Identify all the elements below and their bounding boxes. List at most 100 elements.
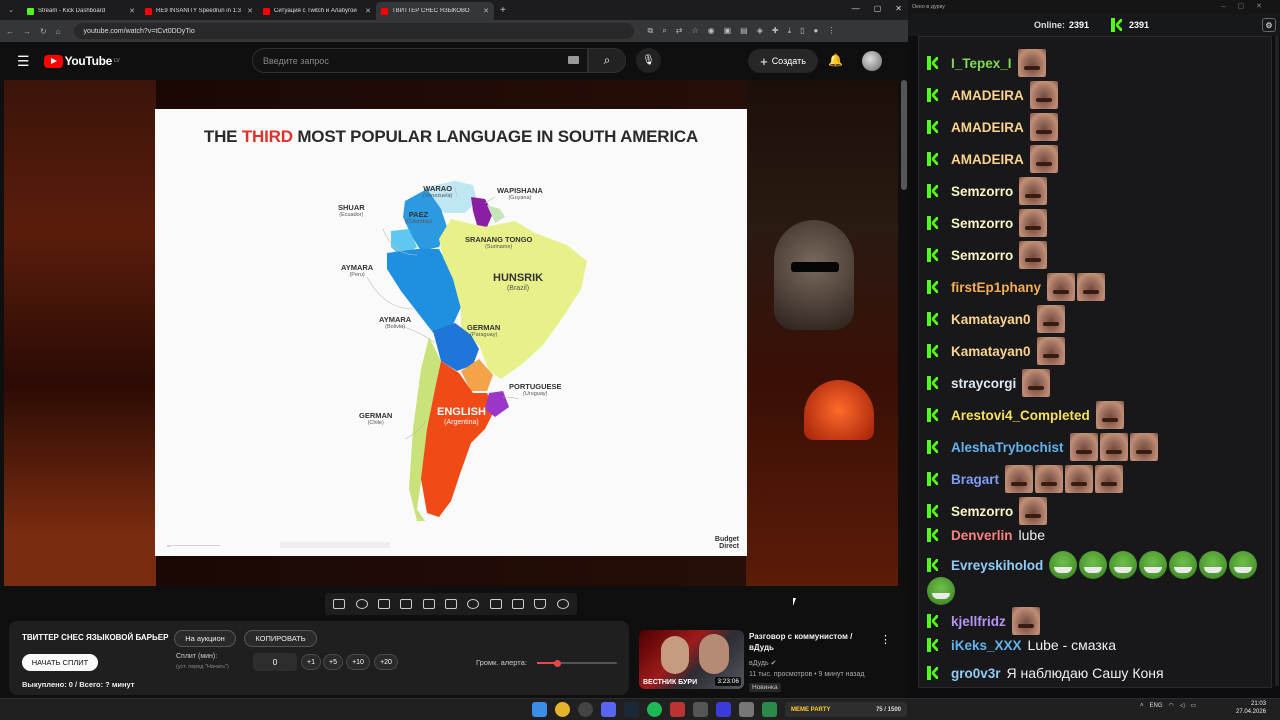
flask-icon[interactable] <box>534 599 547 609</box>
voice-search-button[interactable]: 🎙 <box>636 48 661 73</box>
install-icon[interactable]: ⧉ <box>648 26 654 36</box>
chat-username[interactable]: Kamatayan0 <box>951 312 1031 327</box>
profile-icon[interactable]: ● <box>814 26 819 36</box>
copy-button[interactable]: КОПИРОВАТЬ <box>244 630 317 647</box>
tab-search-icon[interactable]: ⌄ <box>0 1 22 19</box>
battery-icon[interactable]: ▭ <box>1190 702 1196 709</box>
chat-username[interactable]: I_Tepex_I <box>951 56 1012 71</box>
add-clip-icon[interactable] <box>489 599 502 609</box>
close-window-icon[interactable]: ✕ <box>895 4 902 13</box>
picture-in-picture-icon[interactable] <box>422 599 435 609</box>
add-20-button[interactable]: +20 <box>374 654 398 670</box>
speed-icon[interactable] <box>467 599 480 609</box>
reload-icon[interactable]: ↻ <box>40 27 47 36</box>
add-1-button[interactable]: +1 <box>301 654 321 670</box>
url-field[interactable]: youtube.com/watch?v=tCvt0DDyTio <box>73 23 634 39</box>
discord-icon[interactable] <box>601 702 616 717</box>
more-options-icon[interactable]: ⋮ <box>880 633 891 646</box>
close-icon[interactable]: ✕ <box>247 7 253 15</box>
chat-username[interactable]: Arestovi4_Completed <box>951 408 1090 423</box>
alert-volume-slider[interactable] <box>537 659 617 667</box>
notifications-bell-icon[interactable]: 🔔 <box>828 53 843 67</box>
sidebar-icon[interactable]: ▯ <box>800 26 804 36</box>
extension-icon[interactable]: ◉ <box>708 26 715 36</box>
menu-dots-icon[interactable]: ⋮ <box>827 26 835 36</box>
back-icon[interactable]: ← <box>6 27 14 36</box>
clapper-icon[interactable] <box>400 599 413 609</box>
hamburger-menu-icon[interactable]: ☰ <box>17 53 30 70</box>
minimize-icon[interactable]: — <box>852 4 860 13</box>
chat-username[interactable]: Evreyskiholod <box>951 558 1043 573</box>
split-minutes-input[interactable]: 0 <box>253 653 297 671</box>
zoom-icon[interactable]: ⌕ <box>662 26 666 36</box>
app-icon[interactable] <box>693 702 708 717</box>
chat-username[interactable]: Denverlin <box>951 528 1013 543</box>
create-button[interactable]: + Создать <box>748 49 818 73</box>
new-tab-button[interactable]: + <box>500 5 506 16</box>
meme-party-widget[interactable]: MEME PARTY 75 / 1500 <box>785 702 907 717</box>
chat-message-list[interactable]: I_Tepex_I AMADEIRA AMADEIRA AMADEIRA Semzorr… <box>918 36 1272 688</box>
chevron-up-icon[interactable]: ˄ <box>1140 703 1144 709</box>
extension-icon[interactable]: ▤ <box>740 26 748 36</box>
chat-username[interactable]: straycorgi <box>951 376 1016 391</box>
screenshot-icon[interactable] <box>512 599 525 609</box>
chat-username[interactable]: AMADEIRA <box>951 120 1024 135</box>
extension-icon[interactable]: ◈ <box>757 26 763 36</box>
chat-username[interactable]: Semzorro <box>951 248 1013 263</box>
close-icon[interactable]: ✕ <box>483 7 489 15</box>
alert-volume-knob[interactable] <box>554 659 561 667</box>
spotify-icon[interactable] <box>647 702 662 717</box>
steam-icon[interactable] <box>624 702 639 717</box>
volume-icon[interactable]: ◁ <box>1180 702 1185 709</box>
app-icon[interactable] <box>670 702 685 717</box>
keyboard-icon[interactable] <box>568 56 579 64</box>
youtube-logo[interactable]: YouTube LV <box>43 54 120 68</box>
tab-re9-speedrun[interactable]: RE9 INSANITY Speedrun in 1:3 ✕ <box>140 2 258 20</box>
network-icon[interactable]: ◠ <box>1169 702 1174 709</box>
add-10-button[interactable]: +10 <box>346 654 370 670</box>
chat-username[interactable]: Semzorro <box>951 216 1013 231</box>
related-video-title[interactable]: Разговор с коммунистом / вДудь <box>749 632 869 654</box>
page-scrollbar[interactable] <box>901 80 907 190</box>
obs-icon[interactable] <box>578 702 593 717</box>
chat-username[interactable]: Semzorro <box>951 504 1013 519</box>
chat-username[interactable]: Semzorro <box>951 184 1013 199</box>
bookmark-star-icon[interactable]: ☆ <box>691 26 698 36</box>
language-indicator[interactable]: ENG <box>1150 703 1163 709</box>
search-button[interactable]: ⌕ <box>588 48 626 73</box>
gear-icon[interactable] <box>556 599 569 609</box>
avatar[interactable] <box>862 51 882 71</box>
video-player[interactable]: THE THIRD MOST POPULAR LANGUAGE IN SOUTH… <box>4 80 898 586</box>
add-5-button[interactable]: +5 <box>323 654 343 670</box>
start-split-button[interactable]: НАЧАТЬ СПЛИТ <box>22 654 98 671</box>
settings-video-icon[interactable] <box>377 599 390 609</box>
broadcast-icon[interactable] <box>355 599 368 609</box>
related-video-channel[interactable]: вДудь ✔ <box>749 659 776 667</box>
loop-icon[interactable] <box>333 599 346 609</box>
window-controls[interactable]: –▢✕ <box>1222 2 1274 10</box>
forward-icon[interactable]: → <box>23 27 31 36</box>
chat-username[interactable]: firstEp1phany <box>951 280 1041 295</box>
app-icon[interactable] <box>762 702 777 717</box>
clock[interactable]: 21:03 27.04.2026 <box>1236 701 1266 717</box>
chat-scrollbar[interactable] <box>1275 36 1279 686</box>
app-icon[interactable] <box>739 702 754 717</box>
tab-kick-dashboard[interactable]: Stream - Kick Dashboard ✕ <box>22 2 140 20</box>
related-video-thumbnail[interactable]: ВЕСТНИК БУРИ 3:23:06 <box>639 630 744 689</box>
on-auction-button[interactable]: На аукцион <box>174 630 236 647</box>
close-icon[interactable]: ✕ <box>365 7 371 15</box>
chat-username[interactable]: iKeks_XXX <box>951 638 1022 653</box>
download-icon[interactable]: ⤓ <box>788 26 792 36</box>
chat-username[interactable]: AleshaTrybochist <box>951 440 1064 455</box>
maximize-icon[interactable]: ▢ <box>874 4 882 13</box>
tab-twitch-situation[interactable]: Ситуация с Twitch и Алабугой ✕ <box>258 2 376 20</box>
chat-username[interactable]: kjellfridz <box>951 614 1006 629</box>
windows-start-icon[interactable] <box>532 702 547 717</box>
film-icon[interactable] <box>444 599 457 609</box>
close-icon[interactable]: ✕ <box>129 7 135 15</box>
chat-username[interactable]: Bragart <box>951 472 999 487</box>
tab-twitter-video[interactable]: ТВИТТЕР СНЕС ЯЗЫКОВО ✕ <box>376 2 494 20</box>
chat-username[interactable]: AMADEIRA <box>951 88 1024 103</box>
chat-username[interactable]: AMADEIRA <box>951 152 1024 167</box>
chrome-icon[interactable] <box>555 702 570 717</box>
